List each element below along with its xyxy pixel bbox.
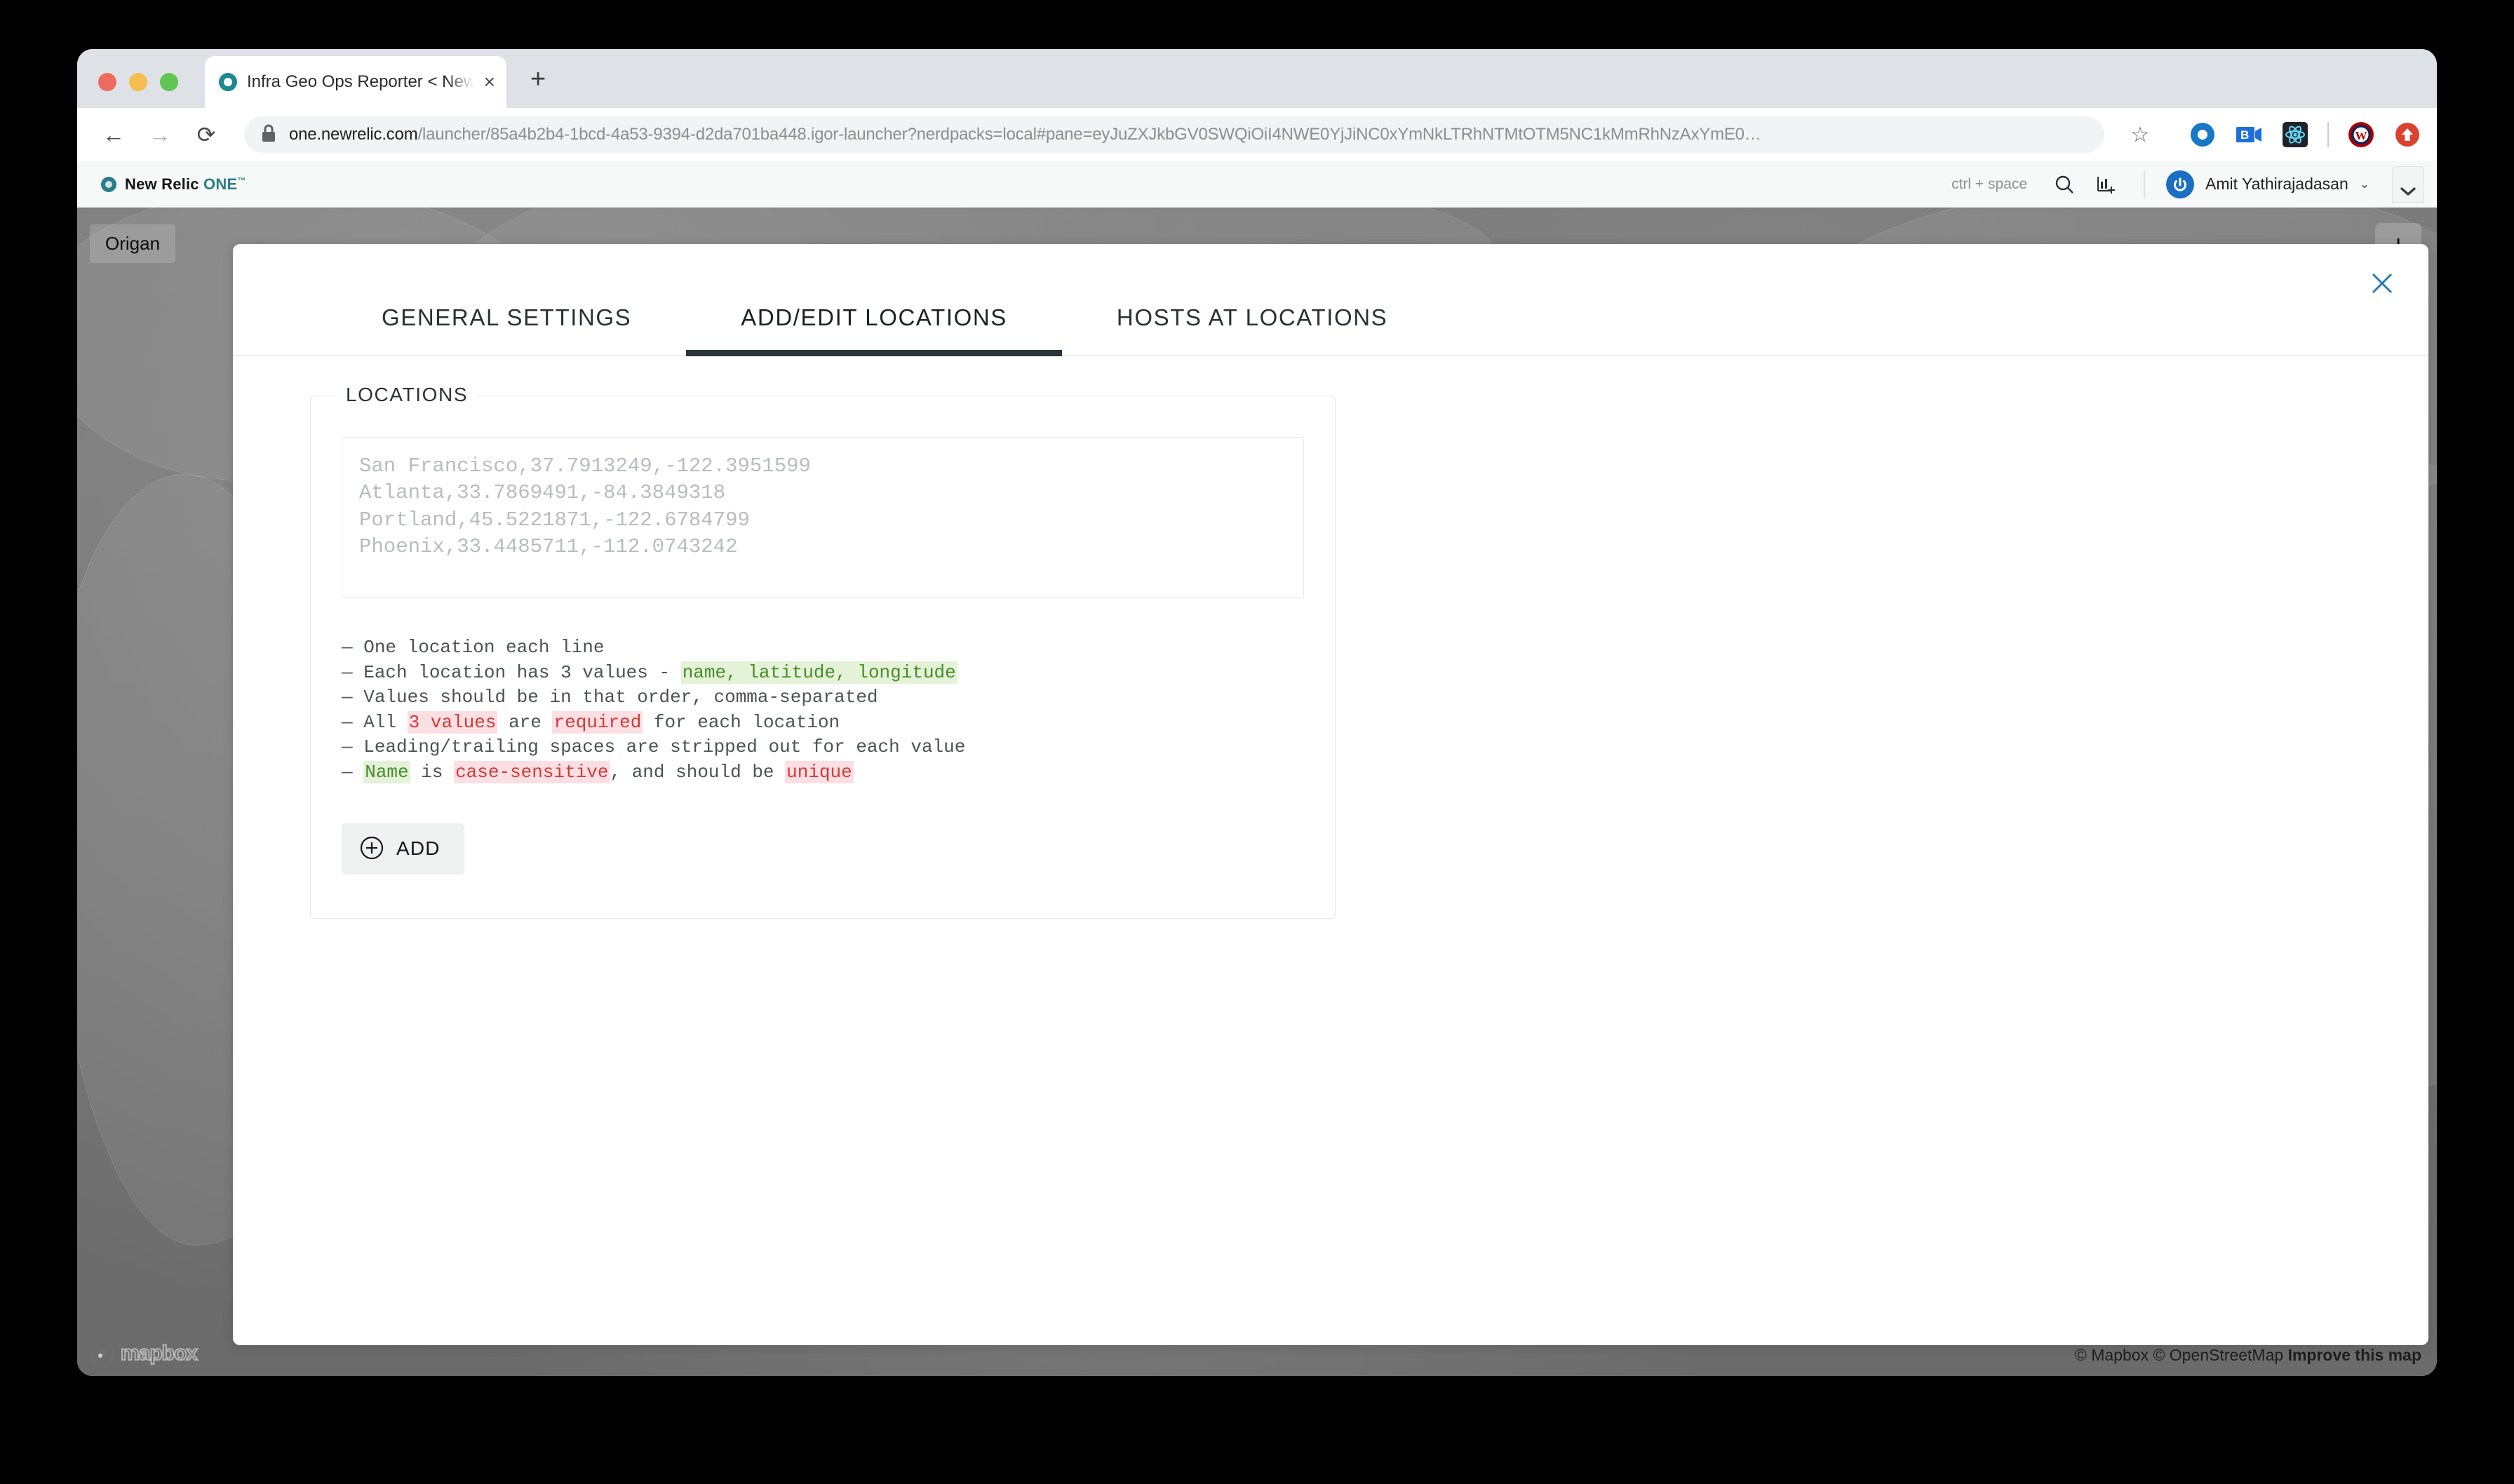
rule-text: One location each line bbox=[363, 637, 605, 658]
rule-token-red: case-sensitive bbox=[454, 761, 610, 784]
rule-text: All bbox=[363, 711, 408, 733]
new-relic-ring-icon bbox=[101, 176, 116, 192]
map-location-title: Origan bbox=[90, 224, 176, 263]
user-menu[interactable]: Amit Yathirajadasan ⌄ bbox=[2166, 170, 2370, 198]
tab-add-edit-locations-label: ADD/EDIT LOCATIONS bbox=[741, 304, 1007, 330]
rule-text: is bbox=[410, 762, 455, 783]
locations-legend: LOCATIONS bbox=[336, 384, 478, 406]
bookmark-star-icon[interactable]: ☆ bbox=[2123, 117, 2158, 152]
map-canvas[interactable]: Origan + − Campeche mapbox © Mapbox © Op… bbox=[77, 208, 2437, 1376]
lock-icon bbox=[261, 124, 276, 146]
upload-extension-icon[interactable] bbox=[2393, 121, 2421, 149]
browser-toolbar: ← → ⟳ one.newrelic.com/launcher/85a4b2b4… bbox=[77, 108, 2437, 161]
svg-text:W: W bbox=[2355, 129, 2367, 142]
rule-text: are bbox=[497, 711, 553, 733]
mapbox-logo[interactable]: mapbox bbox=[90, 1341, 199, 1366]
help-rule: — One location each line bbox=[342, 635, 1304, 661]
logo-text-tm: ™ bbox=[237, 175, 246, 186]
window-traffic-lights bbox=[98, 73, 178, 91]
rule-dash: — bbox=[342, 711, 364, 733]
browser-extensions: B W bbox=[2189, 121, 2421, 149]
rule-token-green: Name bbox=[363, 761, 410, 784]
modal-body: LOCATIONS — One location each line— Each… bbox=[233, 356, 2428, 919]
minimize-window-button[interactable] bbox=[129, 73, 147, 91]
rule-token-red: unique bbox=[785, 761, 854, 784]
add-button[interactable]: ADD bbox=[342, 823, 464, 875]
react-devtools-extension-icon[interactable] bbox=[2281, 121, 2309, 149]
rule-dash: — bbox=[342, 661, 364, 683]
map-attribution: © Mapbox © OpenStreetMap Improve this ma… bbox=[2075, 1346, 2421, 1365]
tab-general-settings[interactable]: GENERAL SETTINGS bbox=[327, 304, 686, 355]
rule-dash: — bbox=[342, 687, 364, 708]
rule-dash: — bbox=[342, 637, 364, 658]
url-path: /launcher/85a4b2b4-1bcd-4a53-9394-d2da70… bbox=[417, 125, 1761, 144]
tab-hosts-at-locations[interactable]: HOSTS AT LOCATIONS bbox=[1062, 304, 1442, 355]
rule-text: , and should be bbox=[610, 762, 786, 783]
rule-text: for each location bbox=[643, 711, 840, 733]
user-menu-name: Amit Yathirajadasan bbox=[2205, 175, 2348, 193]
browser-tab[interactable]: Infra Geo Ops Reporter < New × bbox=[205, 56, 506, 108]
modal-tab-bar: GENERAL SETTINGS ADD/EDIT LOCATIONS HOST… bbox=[233, 304, 2428, 356]
new-relic-extension-icon[interactable] bbox=[2189, 121, 2217, 149]
close-window-button[interactable] bbox=[98, 73, 116, 91]
rule-text: Values should be in that order, comma-se… bbox=[363, 687, 878, 708]
map-attribution-text: © Mapbox © OpenStreetMap bbox=[2074, 1346, 2288, 1364]
header-collapse-toggle[interactable] bbox=[2392, 166, 2424, 203]
mapbox-mark-icon bbox=[90, 1341, 115, 1366]
rule-dash: — bbox=[342, 762, 364, 783]
help-rule: — Values should be in that order, comma-… bbox=[342, 685, 1304, 710]
maximize-window-button[interactable] bbox=[160, 73, 178, 91]
settings-modal: GENERAL SETTINGS ADD/EDIT LOCATIONS HOST… bbox=[233, 244, 2428, 1345]
add-chart-icon[interactable] bbox=[2090, 168, 2123, 201]
improve-this-map-link[interactable]: Improve this map bbox=[2288, 1346, 2421, 1364]
washington-nationals-extension-icon[interactable]: W bbox=[2347, 121, 2375, 149]
add-button-label: ADD bbox=[396, 837, 441, 860]
help-rule: — Name is case-sensitive, and should be … bbox=[342, 760, 1304, 785]
header-divider bbox=[2144, 170, 2146, 198]
back-icon[interactable]: ← bbox=[100, 121, 128, 149]
address-bar[interactable]: one.newrelic.com/launcher/85a4b2b4-1bcd-… bbox=[244, 116, 2104, 153]
locations-help-rules: — One location each line — Each location … bbox=[342, 635, 1304, 785]
browser-window: Infra Geo Ops Reporter < New × + ← → ⟳ o… bbox=[77, 49, 2437, 1376]
avatar bbox=[2166, 170, 2195, 198]
new-tab-icon[interactable]: + bbox=[530, 66, 546, 93]
rule-token-green: name, latitude, longitude bbox=[680, 661, 957, 684]
tab-hosts-at-locations-label: HOSTS AT LOCATIONS bbox=[1116, 304, 1388, 330]
new-relic-logo-text: New Relic ONE™ bbox=[125, 175, 246, 194]
rule-token-red: required bbox=[552, 710, 643, 734]
tab-general-settings-label: GENERAL SETTINGS bbox=[382, 304, 632, 330]
rule-text: Leading/trailing spaces are stripped out… bbox=[363, 736, 966, 758]
browser-tab-strip: Infra Geo Ops Reporter < New × + bbox=[77, 49, 2437, 108]
reload-icon[interactable]: ⟳ bbox=[192, 121, 220, 149]
url-host: one.newrelic.com bbox=[289, 125, 418, 144]
close-icon[interactable] bbox=[2362, 264, 2402, 303]
search-shortcut-hint: ctrl + space bbox=[1951, 175, 2028, 192]
help-rule: — Leading/trailing spaces are stripped o… bbox=[342, 735, 1304, 760]
browser-tab-title: Infra Geo Ops Reporter < New bbox=[247, 72, 474, 91]
logo-text-one: ONE bbox=[203, 175, 238, 193]
tab-add-edit-locations[interactable]: ADD/EDIT LOCATIONS bbox=[686, 304, 1062, 356]
locations-fieldset: LOCATIONS — One location each line— Each… bbox=[310, 384, 1336, 919]
rule-dash: — bbox=[342, 736, 364, 758]
forward-icon[interactable]: → bbox=[146, 121, 174, 149]
help-rule: — All 3 values are required for each loc… bbox=[342, 710, 1304, 736]
help-rule: — Each location has 3 values - name, lat… bbox=[342, 661, 1304, 686]
rule-token-red: 3 values bbox=[407, 710, 498, 734]
rule-text: Each location has 3 values - bbox=[363, 661, 681, 683]
bluejeans-extension-icon[interactable]: B bbox=[2235, 121, 2263, 149]
svg-text:B: B bbox=[2240, 128, 2249, 142]
locations-input[interactable] bbox=[342, 437, 1304, 598]
mapbox-wordmark: mapbox bbox=[120, 1341, 199, 1365]
new-relic-header: New Relic ONE™ ctrl + space Amit Yathira… bbox=[77, 161, 2437, 208]
new-relic-favicon bbox=[219, 73, 237, 91]
plus-circle-icon bbox=[360, 836, 384, 862]
chevron-down-icon: ⌄ bbox=[2359, 177, 2370, 191]
logo-text-main: New Relic bbox=[125, 175, 204, 193]
address-bar-url: one.newrelic.com/launcher/85a4b2b4-1bcd-… bbox=[289, 125, 1761, 144]
search-icon[interactable] bbox=[2048, 168, 2081, 201]
close-tab-icon[interactable]: × bbox=[484, 72, 495, 92]
toolbar-divider bbox=[2327, 122, 2329, 147]
new-relic-logo[interactable]: New Relic ONE™ bbox=[101, 175, 246, 194]
